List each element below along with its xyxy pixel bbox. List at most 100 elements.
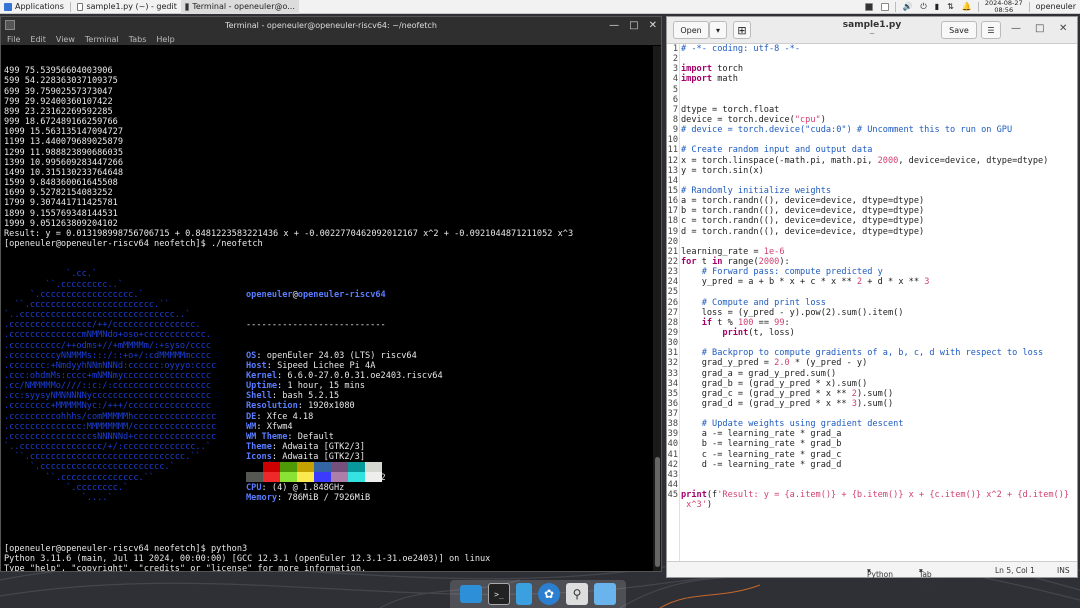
gedit-window[interactable]: Open ▾ ⊞ sample1.py ~ Save ☰ — □ ✕ 1 # -*… xyxy=(666,16,1078,597)
taskbar-gedit[interactable]: sample1.py (~) - gedit xyxy=(73,0,181,14)
info-row: Host: Sipeed Lichee Pi 4A xyxy=(246,361,443,371)
code-token: ) xyxy=(706,500,713,511)
open-button[interactable]: Open xyxy=(673,21,709,39)
code-token: # -*- coding: utf-8 -*- xyxy=(681,44,800,54)
close-icon[interactable]: ✕ xyxy=(1059,23,1067,34)
taskbar-terminal[interactable]: Terminal - openeuler@o... xyxy=(180,0,299,14)
line-number: 1 xyxy=(672,44,678,54)
minimize-icon[interactable]: — xyxy=(609,20,619,31)
terminal-line: 499 75.53956604003906 xyxy=(4,66,113,77)
close-icon[interactable]: ✕ xyxy=(649,20,657,31)
code-line: 33 grad_a = grad_y_pred.sum() xyxy=(667,369,1077,379)
code-token: 100 xyxy=(737,317,754,328)
line-number: 28 xyxy=(667,317,678,328)
logo-line: .cc/NMMMMMo////::c:/:ccccccccccccccccccc xyxy=(4,381,211,392)
scrollbar-thumb[interactable] xyxy=(655,457,660,567)
terminal-icon[interactable]: >_ xyxy=(488,583,510,605)
hamburger-menu-button[interactable]: ☰ xyxy=(981,21,1001,39)
workspace-icon[interactable] xyxy=(460,585,482,603)
info-value: Xfce 4.18 xyxy=(266,411,314,422)
terminal-line: 899 23.23162269592285 xyxy=(4,106,113,117)
power-icon[interactable]: ⏻ xyxy=(916,0,930,14)
info-key: Uptime xyxy=(246,381,278,392)
terminal-menu-edit[interactable]: Edit xyxy=(30,35,46,44)
browser-icon[interactable]: ✿ xyxy=(538,583,560,605)
terminal-menu-tabs[interactable]: Tabs xyxy=(129,35,147,44)
document-path: ~ xyxy=(869,30,875,38)
insert-mode: INS xyxy=(1057,566,1070,575)
info-value: 1 hour, 15 mins xyxy=(287,381,366,392)
terminal-titlebar[interactable]: Terminal - openeuler@openeuler-riscv64: … xyxy=(1,17,661,33)
code-text: y = torch.sin(x) xyxy=(681,166,764,176)
code-token: ): xyxy=(779,256,790,267)
applications-menu[interactable]: Applications xyxy=(0,0,68,14)
info-row: WM: Xfwm4 xyxy=(246,422,443,432)
code-token: import xyxy=(681,64,713,75)
code-editor[interactable]: 1 # -*- coding: utf-8 -*- 2 3 import torch 4 i… xyxy=(667,44,1077,561)
code-token: in xyxy=(712,256,723,267)
logo-line: .cccccccccohhhs/comMMMMMhccccccccccccccc… xyxy=(4,411,217,422)
info-value: 786MiB / 7926MiB xyxy=(287,492,371,503)
user-menu[interactable]: openeuler xyxy=(1032,0,1080,14)
code-line: 9 # device = torch.device("cuda:0") # Unc… xyxy=(667,125,1077,135)
minimize-icon[interactable]: — xyxy=(1011,23,1021,34)
palette-swatch xyxy=(280,462,297,473)
tray-gedit-icon[interactable] xyxy=(877,0,893,14)
code-text: d -= learning_rate * grad_d xyxy=(681,460,842,470)
code-token: b -= learning_rate * grad_b xyxy=(681,439,842,450)
clock[interactable]: 2024-08-27 08:56 xyxy=(981,0,1027,14)
terminal-scrollbar[interactable] xyxy=(653,46,661,571)
code-token: # Compute and print loss xyxy=(681,297,826,308)
terminal-line: 599 54.228363037109375 xyxy=(4,76,118,87)
code-token: ).sum() xyxy=(856,398,894,409)
terminal-output[interactable]: 499 75.53956604003906 599 54.228363037109… xyxy=(1,46,653,571)
terminal-line: 1699 9.52782154083252 xyxy=(4,188,113,199)
info-row: Kernel: 6.6.0-27.0.0.31.oe2403.riscv64 xyxy=(246,371,443,381)
terminal-window[interactable]: Terminal - openeuler@openeuler-riscv64: … xyxy=(0,16,662,572)
code-line: 30 xyxy=(667,338,1077,348)
code-token: # Forward pass: compute predicted y xyxy=(681,267,883,278)
code-text: d = torch.randn((), device=device, dtype… xyxy=(681,227,924,237)
network-icon[interactable]: ⇅ xyxy=(943,0,958,14)
maximize-icon[interactable]: □ xyxy=(629,20,638,31)
line-number: 2 xyxy=(672,54,678,65)
terminal-menu-help[interactable]: Help xyxy=(156,35,174,44)
info-value: openEuler 24.03 (LTS) riscv64 xyxy=(266,350,417,361)
open-dropdown-button[interactable]: ▾ xyxy=(709,21,727,39)
info-key: WM Theme xyxy=(246,431,288,442)
code-line: 19 d = torch.randn((), device=device, dty… xyxy=(667,227,1077,237)
volume-icon[interactable]: 🔊 xyxy=(898,0,916,14)
code-line: 41 c -= learning_rate * grad_c xyxy=(667,450,1077,460)
info-value: 6.6.0-27.0.0.31.oe2403.riscv64 xyxy=(287,371,443,381)
code-token: x^3' xyxy=(681,500,707,511)
code-line: 31 # Backprop to compute gradients of a,… xyxy=(667,348,1077,358)
code-line: 27 loss = (y_pred - y).pow(2).sum().item… xyxy=(667,308,1077,318)
tray-window-icon[interactable] xyxy=(861,0,877,14)
code-text: c -= learning_rate * grad_c xyxy=(681,450,842,460)
tab-width-selector[interactable]: Tab Width: 8 ▾ xyxy=(919,566,943,597)
line-number: 3 xyxy=(672,64,678,75)
terminal-menu-file[interactable]: File xyxy=(7,35,20,44)
terminal-menu-view[interactable]: View xyxy=(56,35,75,44)
code-token: torch xyxy=(712,64,744,75)
code-line: 36 grad_d = (grad_y_pred * x ** 3).sum() xyxy=(667,399,1077,409)
code-text: b -= learning_rate * grad_b xyxy=(681,439,842,450)
panel-separator xyxy=(977,1,979,12)
line-number: 11 xyxy=(667,145,678,156)
search-icon[interactable]: ⚲ xyxy=(566,583,588,605)
terminal-menu-terminal[interactable]: Terminal xyxy=(85,35,119,44)
line-number: 30 xyxy=(667,338,678,349)
notification-icon[interactable]: 🔔 xyxy=(958,0,976,14)
new-tab-button[interactable]: ⊞ xyxy=(733,21,751,39)
code-token: t % xyxy=(712,317,738,328)
save-button[interactable]: Save xyxy=(941,21,977,39)
logo-line: .ccccccc:+NmdyyhNNmNNNd:cccccc:oyyyo:ccc… xyxy=(4,360,217,371)
battery-icon[interactable]: ▮ xyxy=(931,0,943,14)
files-icon[interactable] xyxy=(516,583,532,605)
info-value: (4) @ 1.848GHz xyxy=(271,482,345,493)
folder-icon[interactable] xyxy=(594,583,616,605)
palette-swatch xyxy=(348,472,365,483)
language-selector[interactable]: Python 2 ▾ xyxy=(867,566,893,588)
maximize-icon[interactable]: □ xyxy=(1035,23,1044,34)
gedit-headerbar[interactable]: Open ▾ ⊞ sample1.py ~ Save ☰ — □ ✕ xyxy=(667,17,1077,44)
